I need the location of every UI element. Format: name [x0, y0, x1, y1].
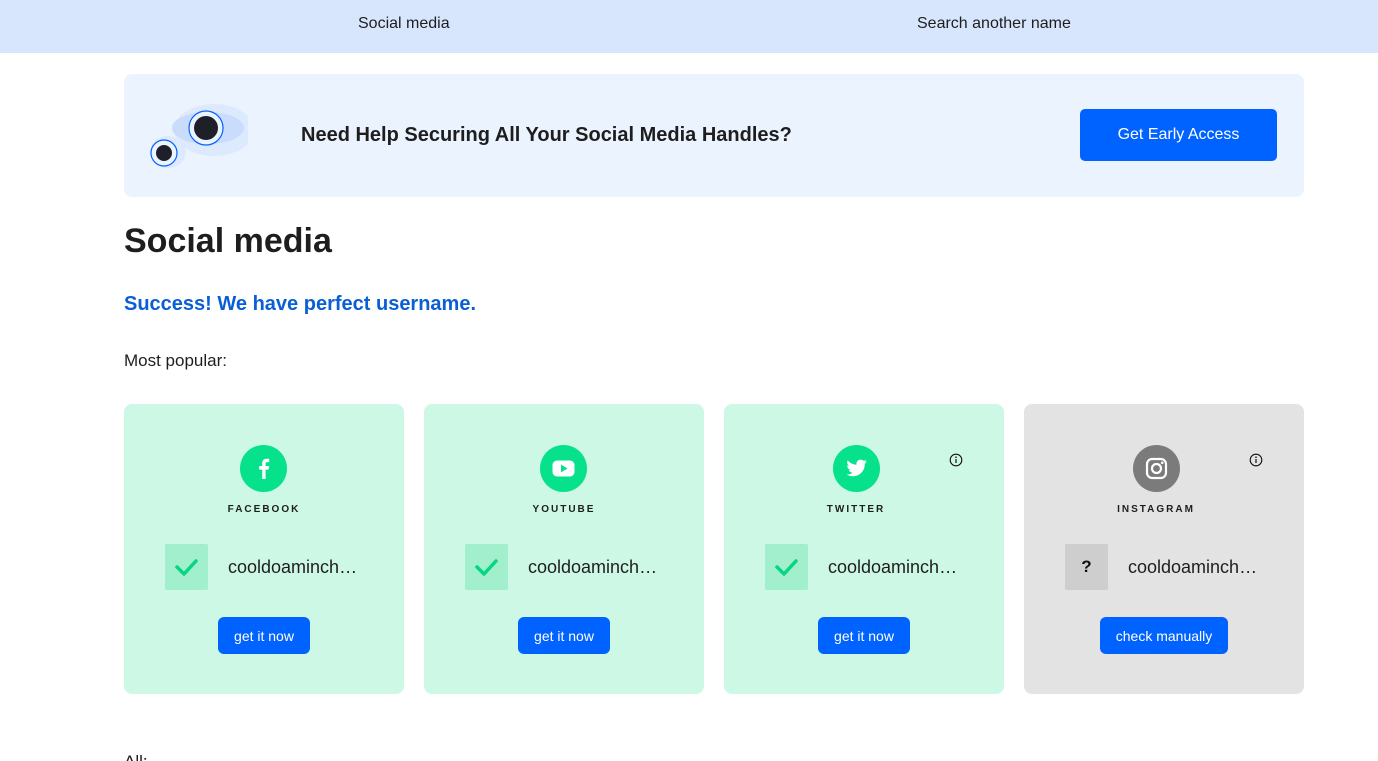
username-value: cooldoaminchecker — [228, 557, 362, 577]
unknown-status: ? — [1065, 544, 1108, 590]
top-nav: Social media Search another name — [0, 0, 1378, 53]
get-it-now-button[interactable]: get it now — [818, 617, 910, 654]
check-manually-button[interactable]: check manually — [1100, 617, 1228, 654]
platform-card-youtube: YOUTUBE cooldoaminchecker get it now — [424, 404, 704, 694]
success-message: Success! We have perfect username. — [124, 293, 477, 315]
twitter-icon[interactable] — [833, 445, 880, 492]
check-icon — [775, 559, 798, 576]
youtube-icon[interactable] — [540, 445, 587, 492]
platform-name: INSTAGRAM — [1117, 504, 1195, 515]
check-icon — [175, 559, 198, 576]
get-early-access-button[interactable]: Get Early Access — [1080, 109, 1277, 161]
platform-name: TWITTER — [826, 504, 886, 515]
check-icon — [475, 559, 498, 576]
available-status — [765, 544, 808, 590]
platform-card-instagram: INSTAGRAM ? cooldoaminchecker check manu… — [1024, 404, 1304, 694]
info-icon[interactable] — [1249, 453, 1263, 467]
platform-card-facebook: FACEBOOK cooldoaminchecker get it now — [124, 404, 404, 694]
available-status — [465, 544, 508, 590]
info-icon[interactable] — [949, 453, 963, 467]
platform-name: YOUTUBE — [532, 504, 596, 515]
nav-tab-search-another-name[interactable]: Search another name — [917, 15, 1071, 33]
nav-tab-social-media[interactable]: Social media — [358, 15, 450, 33]
username-value: cooldoaminchecker — [828, 557, 962, 577]
promo-banner: Need Help Securing All Your Social Media… — [124, 74, 1304, 197]
username-value: cooldoaminchecker — [528, 557, 662, 577]
all-label: All: — [124, 752, 148, 761]
username-value: cooldoaminchecker — [1128, 557, 1262, 577]
platform-name: FACEBOOK — [227, 504, 301, 515]
banner-headline: Need Help Securing All Your Social Media… — [301, 124, 792, 146]
question-mark-icon: ? — [1081, 557, 1092, 576]
available-status — [165, 544, 208, 590]
facebook-icon[interactable] — [240, 445, 287, 492]
platform-card-twitter: TWITTER cooldoaminchecker get it now — [724, 404, 1004, 694]
most-popular-label: Most popular: — [124, 351, 227, 370]
get-it-now-button[interactable]: get it now — [218, 617, 310, 654]
get-it-now-button[interactable]: get it now — [518, 617, 610, 654]
eyes-icon — [150, 104, 248, 168]
page-title: Social media — [124, 222, 332, 260]
instagram-icon[interactable] — [1133, 445, 1180, 492]
